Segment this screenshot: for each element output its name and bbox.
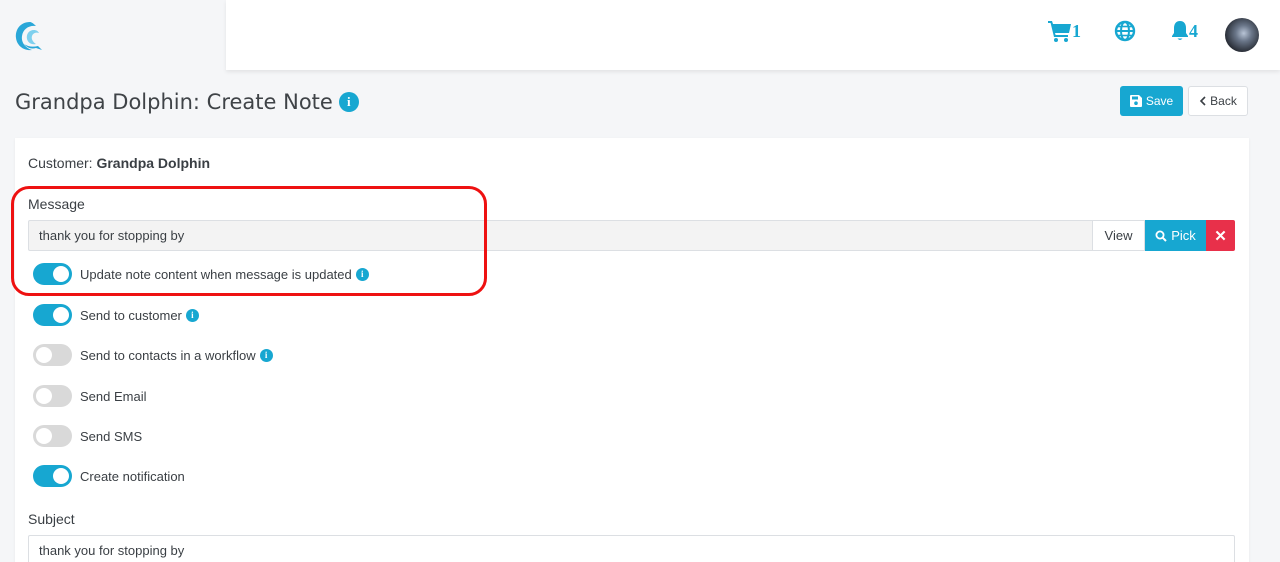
logo-area	[0, 0, 226, 70]
toggle-row-send-sms: Send SMS	[33, 425, 142, 447]
subject-value: thank you for stopping by	[39, 543, 185, 558]
customer-line: Customer: Grandpa Dolphin	[28, 155, 210, 171]
toggle-label: Send SMS	[80, 428, 143, 444]
toggle-label: Update note content when message is upda…	[80, 266, 352, 282]
toggle-row-send-to-customer: Send to customer i	[33, 304, 199, 326]
globe-icon	[1114, 20, 1136, 42]
message-value: thank you for stopping by	[39, 228, 185, 243]
toggle-update-note-content[interactable]	[33, 263, 72, 285]
customer-label: Customer:	[28, 155, 93, 171]
toggle-row-create-notification: Create notification	[33, 465, 185, 487]
toggle-knob	[36, 428, 52, 444]
toggle-row-send-email: Send Email	[33, 385, 146, 407]
cart-count: 1	[1072, 20, 1081, 41]
subject-field[interactable]: thank you for stopping by	[28, 535, 1235, 562]
toggle-send-to-contacts[interactable]	[33, 344, 72, 366]
cart-icon	[1048, 21, 1071, 42]
cart-button[interactable]: 1	[1048, 20, 1081, 42]
toggle-label: Send to contacts in a workflow	[80, 347, 256, 363]
message-label: Message	[28, 196, 85, 212]
floppy-disk-icon	[1129, 95, 1142, 107]
toggle-send-to-customer[interactable]	[33, 304, 72, 326]
view-label: View	[1104, 228, 1133, 243]
toggle-row-send-to-contacts: Send to contacts in a workflow i	[33, 344, 273, 366]
toggle-knob	[36, 347, 52, 363]
toggle-label: Create notification	[80, 468, 185, 484]
top-navbar: 1 4	[226, 0, 1280, 70]
notifications-button[interactable]: 4	[1171, 20, 1198, 42]
page-title: Grandpa Dolphin: Create Note	[15, 90, 333, 114]
toggle-knob	[53, 266, 69, 282]
toggle-send-email[interactable]	[33, 385, 72, 407]
info-icon[interactable]: i	[259, 348, 273, 362]
save-label: Save	[1145, 94, 1174, 108]
bell-icon	[1172, 21, 1188, 40]
back-label: Back	[1210, 94, 1237, 108]
user-avatar[interactable]	[1225, 18, 1259, 52]
close-icon: ✕	[1214, 227, 1227, 245]
toggle-knob	[36, 388, 52, 404]
pick-button[interactable]: Pick	[1145, 220, 1206, 251]
page-title-row: Grandpa Dolphin: Create Note i	[15, 90, 359, 114]
view-button[interactable]: View	[1092, 220, 1145, 251]
save-button[interactable]: Save	[1120, 86, 1183, 116]
toggle-send-sms[interactable]	[33, 425, 72, 447]
chevron-left-icon	[1200, 96, 1206, 106]
back-button[interactable]: Back	[1188, 86, 1248, 116]
language-button[interactable]	[1114, 20, 1136, 42]
notification-count: 4	[1189, 20, 1198, 41]
pick-label: Pick	[1171, 228, 1196, 243]
subject-label: Subject	[28, 511, 75, 527]
toggle-knob	[53, 468, 69, 484]
info-icon[interactable]: i	[185, 308, 199, 322]
toggle-create-notification[interactable]	[33, 465, 72, 487]
toggle-knob	[53, 307, 69, 323]
clear-message-button[interactable]: ✕	[1206, 220, 1235, 251]
dolphin-logo-icon[interactable]	[12, 18, 48, 54]
info-icon[interactable]: i	[338, 92, 359, 112]
toggle-label: Send to customer	[80, 307, 182, 323]
customer-name: Grandpa Dolphin	[96, 155, 211, 171]
toggle-row-update-note-content: Update note content when message is upda…	[33, 263, 369, 285]
search-icon	[1155, 230, 1167, 242]
info-icon[interactable]: i	[355, 267, 369, 281]
toggle-label: Send Email	[80, 388, 147, 404]
message-field[interactable]: thank you for stopping by	[28, 220, 1093, 251]
